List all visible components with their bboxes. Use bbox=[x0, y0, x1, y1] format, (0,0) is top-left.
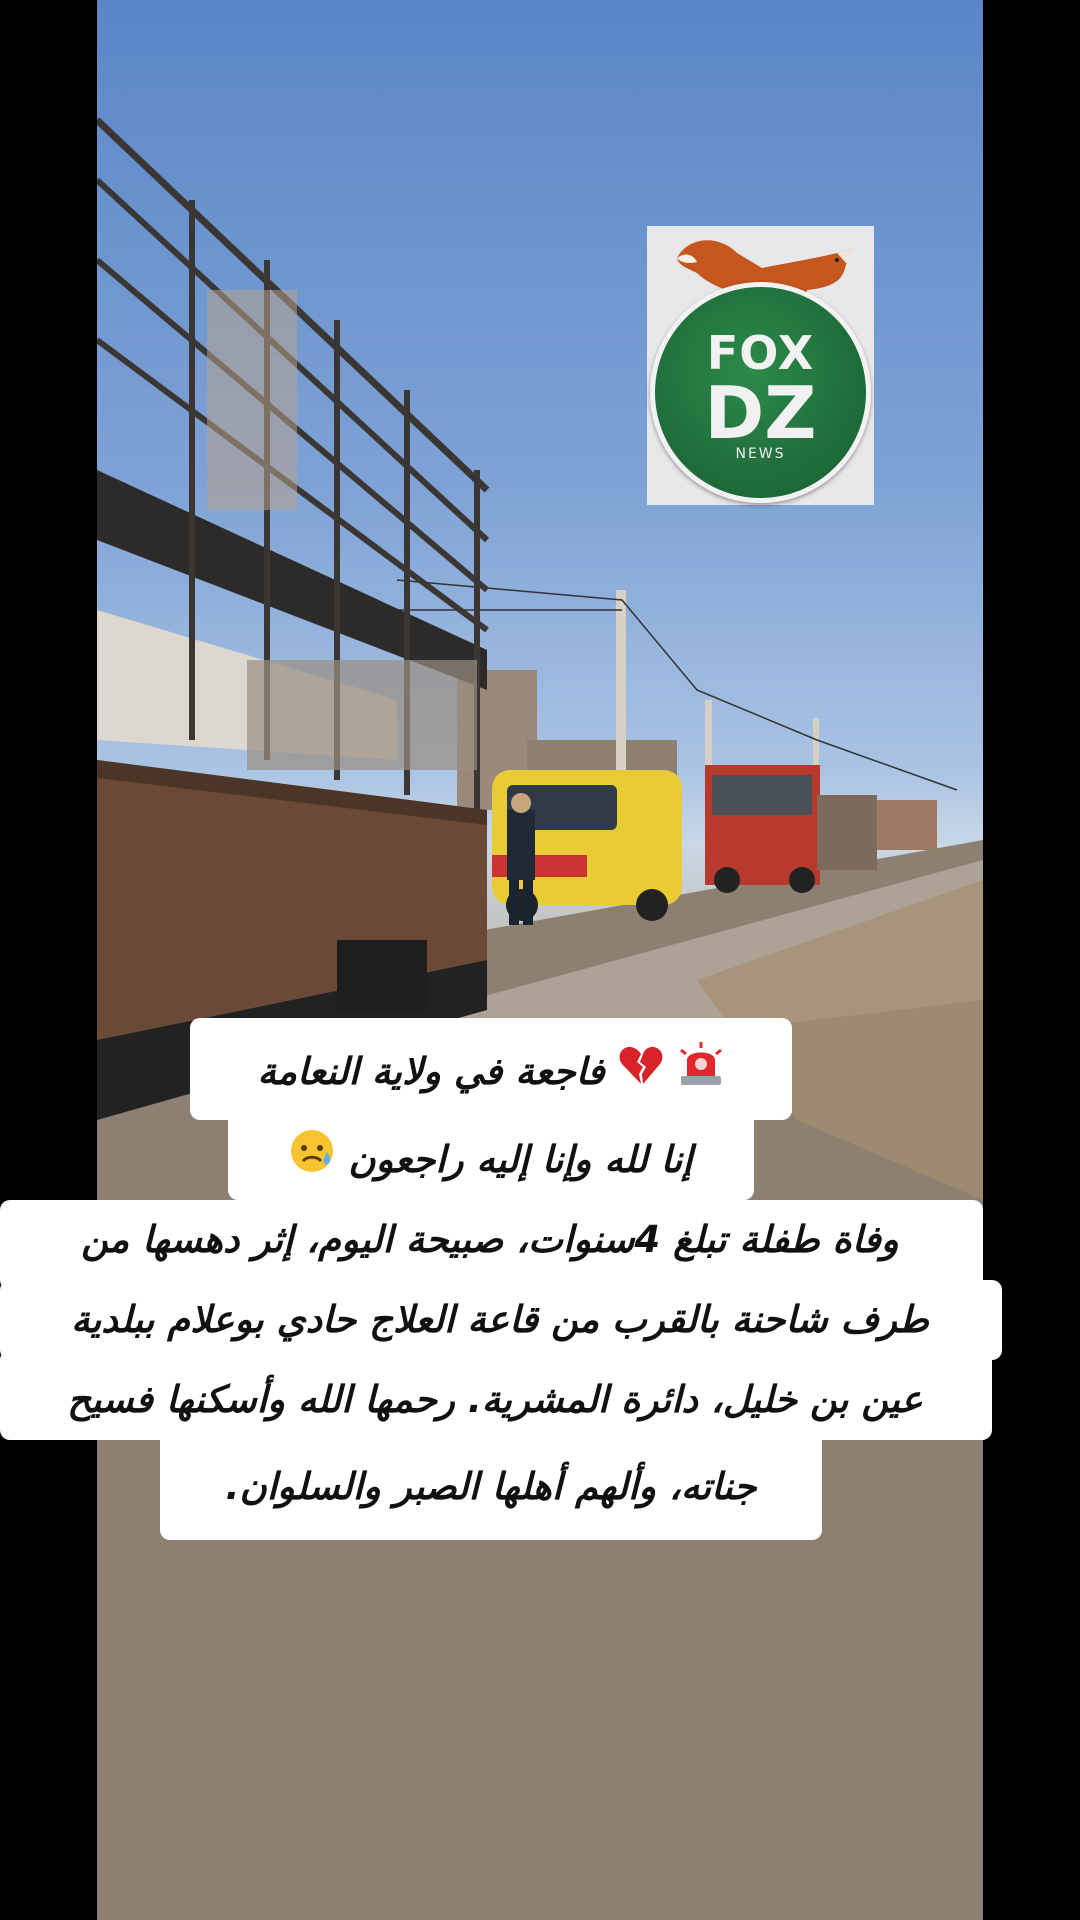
body-line-2: طرف شاحنة بالقرب من قاعة العلاج حادي بوع… bbox=[71, 1298, 929, 1341]
logo-line-news: NEWS bbox=[735, 446, 786, 462]
story-frame: FOX DZ NEWS فاجعة في ولاية النعامة إنا ل… bbox=[0, 0, 1080, 1920]
siren-emoji-icon bbox=[677, 1034, 725, 1114]
condolence-line: إنا لله وإنا إليه راجعون bbox=[228, 1120, 754, 1202]
headline-text: فاجعة في ولاية النعامة bbox=[257, 1050, 605, 1093]
building-frame bbox=[207, 290, 297, 510]
fox-dz-news-logo: FOX DZ NEWS bbox=[647, 226, 874, 505]
sad-relieved-face-emoji-icon bbox=[289, 1122, 335, 1202]
utility-pole bbox=[616, 590, 626, 780]
body-line-1: وفاة طفلة تبلغ 4سنوات، صبيحة اليوم، إثر … bbox=[81, 1218, 899, 1261]
body-line-4: جناته، وألهم أهلها الصبر والسلوان. bbox=[225, 1465, 757, 1508]
body-line-3: عين بن خليل، دائرة المشرية. رحمها الله و… bbox=[67, 1378, 923, 1421]
livestock-truck bbox=[97, 117, 490, 1120]
broken-heart-emoji-icon bbox=[618, 1034, 664, 1114]
headline-line: فاجعة في ولاية النعامة bbox=[190, 1032, 792, 1114]
logo-line-dz: DZ bbox=[704, 371, 817, 455]
condolence-text: إنا لله وإنا إليه راجعون bbox=[348, 1138, 693, 1181]
